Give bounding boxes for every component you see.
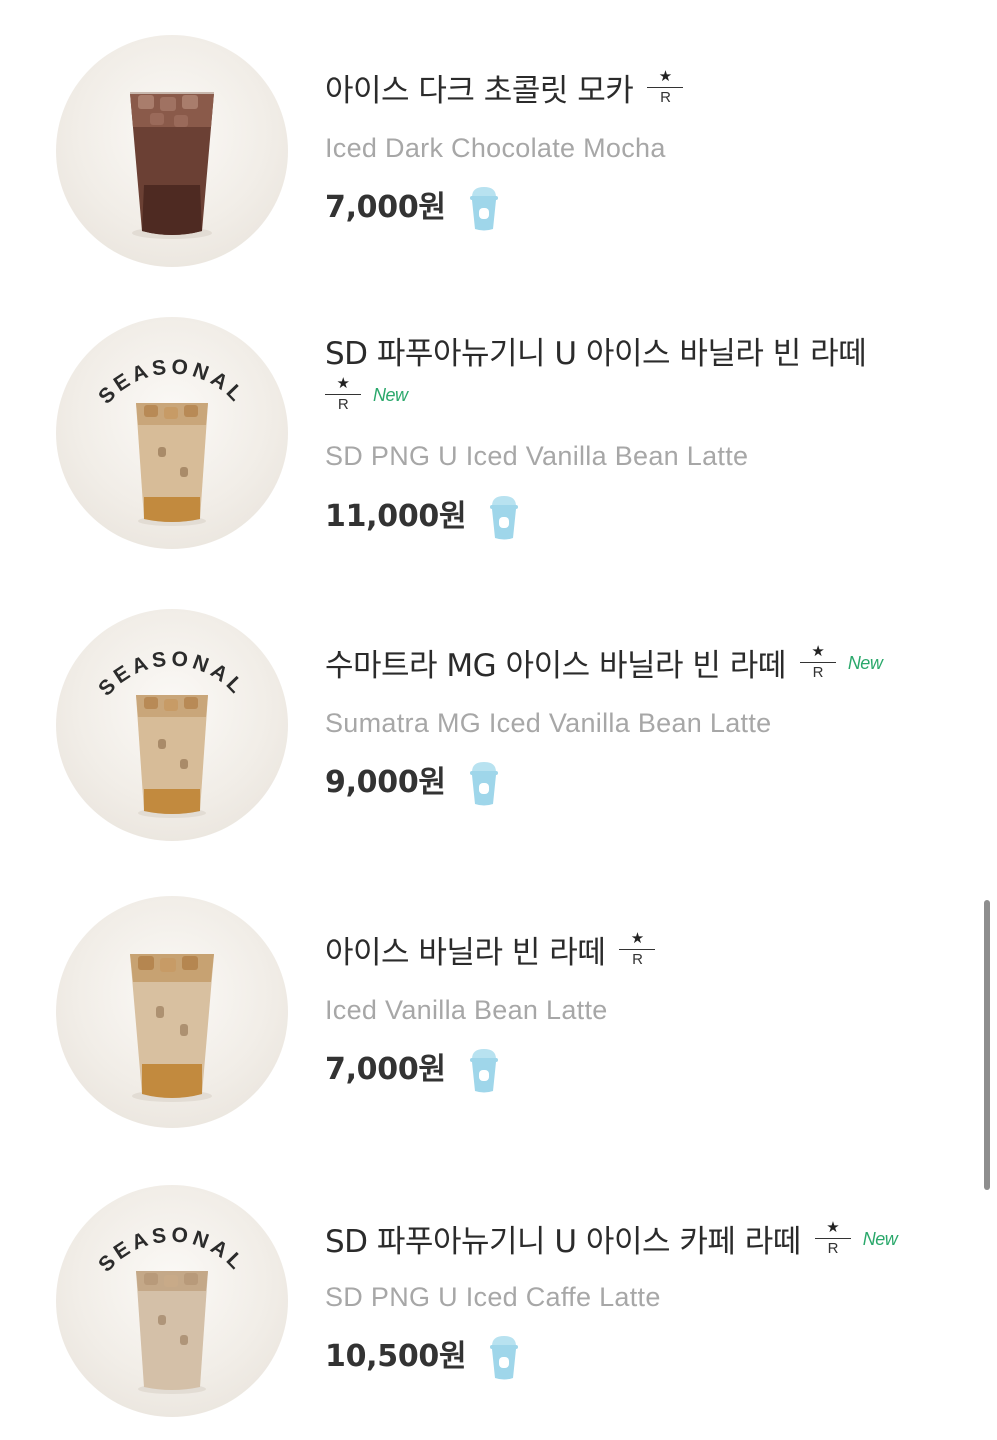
drink-name-en: Sumatra MG Iced Vanilla Bean Latte bbox=[325, 708, 772, 738]
drink-name-en: Iced Vanilla Bean Latte bbox=[325, 995, 608, 1025]
reserve-star-icon: ★ R bbox=[814, 1219, 851, 1263]
menu-item[interactable]: SEASONAL 수마트라 MG 아이스 바닐라 빈 라떼 ★ R New Sumat… bbox=[0, 604, 997, 844]
menu-list: 아이스 다크 초콜릿 모카 ★ R Iced Dark Chocolate Moch… bbox=[0, 0, 997, 1440]
frappuccino-cup-icon bbox=[490, 496, 519, 540]
frappuccino-cup-icon bbox=[469, 187, 498, 231]
drink-image: SEASONAL bbox=[94, 355, 250, 526]
price: 9,000원 bbox=[325, 765, 446, 800]
price: 7,000원 bbox=[325, 190, 446, 225]
price-row: 9,000원 bbox=[325, 758, 500, 812]
seasonal-label: SEASONAL bbox=[94, 647, 250, 700]
drink-name-ko: 아이스 바닐라 빈 라떼 ★ R bbox=[325, 930, 656, 974]
seasonal-label: SEASONAL bbox=[94, 1223, 250, 1276]
reserve-star-icon: ★ R bbox=[647, 68, 684, 112]
drink-name-ko: 수마트라 MG 아이스 바닐라 빈 라떼 ★ R New bbox=[325, 643, 883, 687]
drink-image bbox=[130, 954, 214, 1102]
scrollbar[interactable] bbox=[984, 900, 990, 1190]
menu-item[interactable]: SEASONAL SD 파푸아뉴기니 U 아이스 바닐라 빈 라떼 ★ R New … bbox=[0, 312, 997, 552]
reserve-star-icon: ★ R bbox=[325, 375, 361, 419]
drink-name-text: 수마트라 MG 아이스 바닐라 빈 라떼 bbox=[325, 648, 786, 684]
price-row: 10,500원 bbox=[325, 1332, 520, 1386]
menu-item[interactable]: 아이스 바닐라 빈 라떼 ★ R Iced Vanilla Bean Latte 7… bbox=[0, 891, 997, 1131]
seasonal-label: SEASONAL bbox=[94, 355, 250, 408]
drink-name-text: SD 파푸아뉴기니 U 아이스 바닐라 빈 라떼 bbox=[325, 336, 867, 372]
price-row: 11,000원 bbox=[325, 492, 520, 546]
new-badge: New bbox=[847, 652, 883, 673]
reserve-star-icon: ★ R bbox=[619, 930, 656, 974]
price-row: 7,000원 bbox=[325, 1045, 500, 1099]
reserve-star-icon: ★ R bbox=[799, 643, 836, 687]
drink-image: SEASONAL bbox=[94, 647, 250, 818]
price: 11,000원 bbox=[325, 499, 467, 534]
drink-name-ko-line2: ★ R New bbox=[325, 375, 408, 419]
drink-image bbox=[130, 92, 214, 239]
drink-thumbnail[interactable]: SEASONAL bbox=[56, 317, 288, 549]
price-row: 7,000원 bbox=[325, 183, 500, 237]
drink-thumbnail[interactable] bbox=[56, 35, 288, 267]
drink-name-ko: 아이스 다크 초콜릿 모카 ★ R bbox=[325, 68, 684, 112]
drink-image: SEASONAL bbox=[94, 1223, 250, 1394]
drink-name-en: Iced Dark Chocolate Mocha bbox=[325, 133, 666, 163]
price: 10,500원 bbox=[325, 1339, 467, 1374]
drink-thumbnail[interactable]: SEASONAL bbox=[56, 609, 288, 841]
menu-item[interactable]: 아이스 다크 초콜릿 모카 ★ R Iced Dark Chocolate Moch… bbox=[0, 30, 997, 270]
frappuccino-cup-icon bbox=[469, 1049, 498, 1093]
drink-thumbnail[interactable]: SEASONAL bbox=[56, 1185, 288, 1417]
drink-name-text: SD 파푸아뉴기니 U 아이스 카페 라떼 bbox=[325, 1224, 801, 1260]
drink-thumbnail[interactable] bbox=[56, 896, 288, 1128]
price: 7,000원 bbox=[325, 1052, 446, 1087]
drink-name-ko: SD 파푸아뉴기니 U 아이스 카페 라떼 ★ R New bbox=[325, 1219, 898, 1263]
new-badge: New bbox=[862, 1228, 898, 1249]
drink-name-ko: SD 파푸아뉴기니 U 아이스 바닐라 빈 라떼 bbox=[325, 334, 867, 374]
drink-name-text: 아이스 다크 초콜릿 모카 bbox=[325, 73, 634, 109]
frappuccino-cup-icon bbox=[490, 1336, 519, 1380]
drink-name-en: SD PNG U Iced Caffe Latte bbox=[325, 1282, 661, 1312]
drink-name-text: 아이스 바닐라 빈 라떼 bbox=[325, 935, 606, 971]
drink-name-en: SD PNG U Iced Vanilla Bean Latte bbox=[325, 441, 749, 471]
new-badge: New bbox=[373, 384, 408, 405]
menu-item[interactable]: SEASONAL SD 파푸아뉴기니 U 아이스 카페 라떼 ★ R New SD P… bbox=[0, 1180, 997, 1420]
frappuccino-cup-icon bbox=[469, 762, 498, 806]
